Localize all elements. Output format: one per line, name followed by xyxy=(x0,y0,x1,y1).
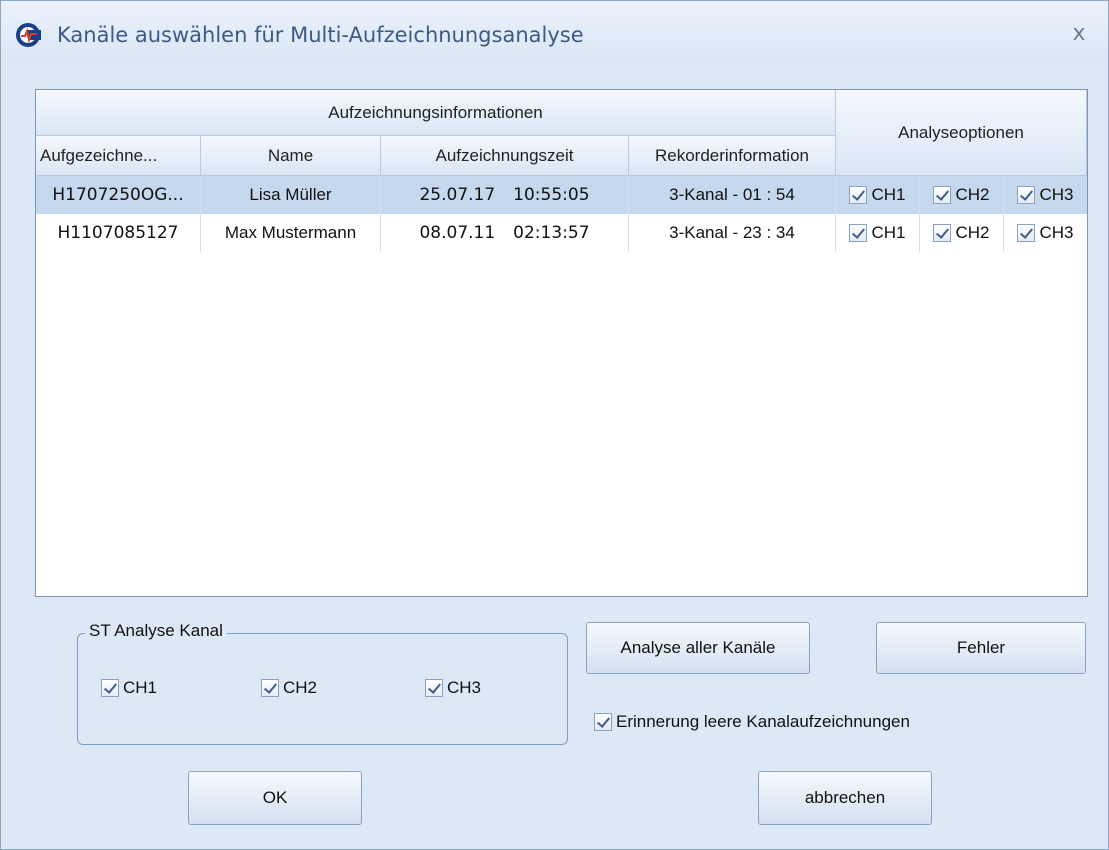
st-ch3-checkbox[interactable]: CH3 xyxy=(425,678,481,698)
cell-clock: 02:13:57 xyxy=(513,223,590,243)
table-header: Aufzeichnungsinformationen Analyseoption… xyxy=(36,90,1087,176)
row-ch3-option[interactable]: CH3 xyxy=(1004,214,1087,252)
checkbox-checked-icon[interactable] xyxy=(101,679,119,697)
cell-date: 08.07.11 xyxy=(419,223,496,243)
analyze-all-button[interactable]: Analyse aller Kanäle xyxy=(586,622,810,674)
st-ch2-label: CH2 xyxy=(283,678,318,697)
checkbox-checked-icon[interactable] xyxy=(849,224,868,242)
header-group-options: Analyseoptionen xyxy=(836,90,1087,176)
row-ch2-option[interactable]: CH2 xyxy=(920,214,1004,252)
row-ch3-option[interactable]: CH3 xyxy=(1004,176,1087,214)
row-ch2-option[interactable]: CH2 xyxy=(920,176,1004,214)
ch1-label: CH1 xyxy=(871,185,906,204)
cell-name: Lisa Müller xyxy=(201,176,381,214)
checkbox-checked-icon[interactable] xyxy=(933,186,952,204)
column-header-time[interactable]: Aufzeichnungszeit xyxy=(381,136,629,176)
cell-time: 25.07.17 10:55:05 xyxy=(381,176,629,214)
reminder-checkbox[interactable]: Erinnerung leere Kanalaufzeichnungen xyxy=(594,712,910,732)
dialog-window: Kanäle auswählen für Multi-Aufzeichnungs… xyxy=(0,0,1109,850)
checkbox-checked-icon[interactable] xyxy=(849,186,868,204)
st-ch1-checkbox[interactable]: CH1 xyxy=(101,678,157,698)
st-channel-group-title: ST Analyse Kanal xyxy=(85,621,227,641)
window-title: Kanäle auswählen für Multi-Aufzeichnungs… xyxy=(57,23,584,47)
checkbox-checked-icon[interactable] xyxy=(594,713,612,731)
ok-button[interactable]: OK xyxy=(188,771,362,825)
app-logo-icon xyxy=(16,23,41,47)
recordings-table: Aufzeichnungsinformationen Analyseoption… xyxy=(35,89,1088,597)
st-ch3-label: CH3 xyxy=(447,678,482,697)
cell-recorded: H1107085127 xyxy=(36,214,201,252)
row-ch1-option[interactable]: CH1 xyxy=(836,176,920,214)
checkbox-checked-icon[interactable] xyxy=(933,224,952,242)
cell-recorder: 3-Kanal - 01 : 54 xyxy=(629,176,836,214)
column-header-name[interactable]: Name xyxy=(201,136,381,176)
column-header-recorded[interactable]: Aufgezeichne... xyxy=(36,136,201,176)
reminder-label: Erinnerung leere Kanalaufzeichnungen xyxy=(616,712,910,731)
error-button[interactable]: Fehler xyxy=(876,622,1086,674)
title-bar[interactable]: Kanäle auswählen für Multi-Aufzeichnungs… xyxy=(1,1,1108,63)
cell-recorded: H1707250OG... xyxy=(36,176,201,214)
checkbox-checked-icon[interactable] xyxy=(1017,224,1036,242)
ch2-label: CH2 xyxy=(955,223,990,242)
table-row[interactable]: H1107085127 Max Mustermann 08.07.11 02:13… xyxy=(36,214,1087,252)
ch3-label: CH3 xyxy=(1039,223,1074,242)
cell-recorder: 3-Kanal - 23 : 34 xyxy=(629,214,836,252)
st-ch1-label: CH1 xyxy=(123,678,158,697)
table-row[interactable]: H1707250OG... Lisa Müller 25.07.17 10:55:… xyxy=(36,176,1087,214)
cell-clock: 10:55:05 xyxy=(513,185,590,205)
ch1-label: CH1 xyxy=(871,223,906,242)
checkbox-checked-icon[interactable] xyxy=(1017,186,1036,204)
cell-name: Max Mustermann xyxy=(201,214,381,252)
row-ch1-option[interactable]: CH1 xyxy=(836,214,920,252)
cell-time: 08.07.11 02:13:57 xyxy=(381,214,629,252)
close-button[interactable]: x xyxy=(1065,21,1093,47)
st-ch2-checkbox[interactable]: CH2 xyxy=(261,678,317,698)
cell-date: 25.07.17 xyxy=(419,185,496,205)
checkbox-checked-icon[interactable] xyxy=(261,679,279,697)
header-group-info: Aufzeichnungsinformationen xyxy=(36,90,836,136)
checkbox-checked-icon[interactable] xyxy=(425,679,443,697)
ch3-label: CH3 xyxy=(1039,185,1074,204)
cancel-button[interactable]: abbrechen xyxy=(758,771,932,825)
column-header-recorder[interactable]: Rekorderinformation xyxy=(629,136,836,176)
ch2-label: CH2 xyxy=(955,185,990,204)
